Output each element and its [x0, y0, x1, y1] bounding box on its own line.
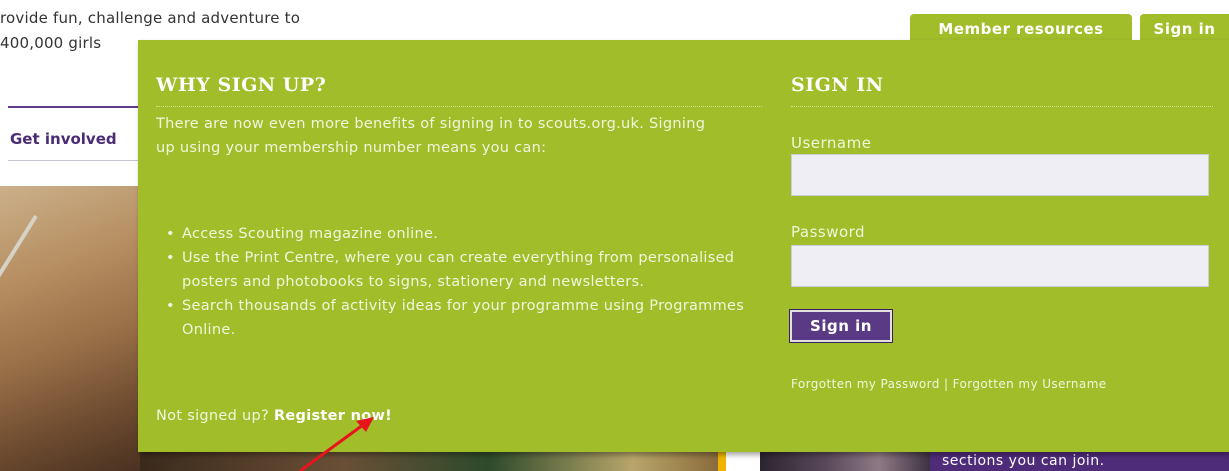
nav-get-involved[interactable]: Get involved — [10, 130, 117, 148]
benefit-item: Search thousands of activity ideas for y… — [156, 294, 756, 342]
forgot-username-link[interactable]: Forgotten my Username — [953, 377, 1107, 391]
why-divider — [156, 106, 762, 107]
nav-rule — [8, 106, 138, 108]
photo-accent — [718, 452, 726, 471]
sections-promo-text: sections you can join. — [942, 453, 1105, 469]
hero-photo-right — [760, 452, 930, 471]
benefit-item: Access Scouting magazine online. — [156, 222, 756, 246]
intro-line-1: rovide fun, challenge and adventure to — [0, 9, 301, 27]
sign-in-button[interactable]: Sign in — [789, 309, 893, 343]
username-field[interactable] — [791, 154, 1209, 196]
forgot-links: Forgotten my Password | Forgotten my Use… — [791, 377, 1107, 391]
not-signed-up-text: Not signed up? — [156, 408, 270, 424]
sign-in-panel: WHY SIGN UP? There are now even more ben… — [138, 40, 1229, 452]
hero-photo-left — [0, 186, 140, 471]
photo-stick — [0, 214, 38, 421]
hero-photo-bottom — [140, 452, 720, 471]
sign-in-divider — [791, 106, 1213, 107]
benefit-item: Use the Print Centre, where you can crea… — [156, 246, 756, 294]
forgot-password-link[interactable]: Forgotten my Password — [791, 377, 940, 391]
nav-divider — [8, 160, 138, 161]
password-label: Password — [791, 223, 866, 241]
why-sign-up-intro: There are now even more benefits of sign… — [156, 116, 706, 156]
why-sign-up-title: WHY SIGN UP? — [156, 74, 327, 96]
benefits-list: Access Scouting magazine online. Use the… — [156, 222, 756, 342]
password-field[interactable] — [791, 245, 1209, 287]
username-label: Username — [791, 134, 872, 152]
sign-in-title: SIGN IN — [791, 74, 884, 96]
register-now-link[interactable]: Register now! — [274, 408, 392, 424]
not-signed-up-line: Not signed up? Register now! — [156, 408, 392, 424]
link-separator: | — [944, 377, 949, 391]
